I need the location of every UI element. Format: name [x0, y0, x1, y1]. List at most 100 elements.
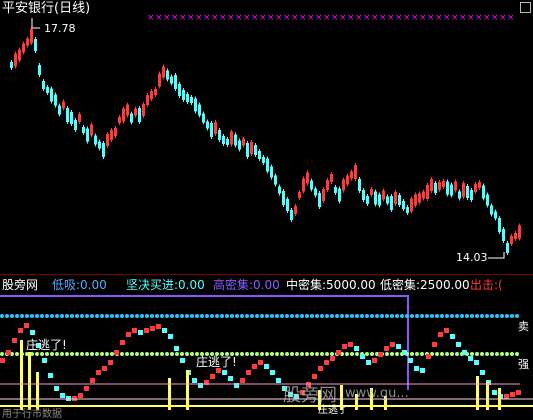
- indicator-item-attack: 出击:(: [470, 278, 503, 292]
- candle-body: [294, 206, 297, 214]
- candle-body: [106, 134, 109, 146]
- cyan-band-dot: [120, 314, 124, 318]
- oscillator-point: [270, 370, 275, 375]
- oscillator-point: [420, 368, 425, 373]
- oscillator-point: [516, 390, 521, 395]
- cyan-band-dot: [415, 314, 419, 318]
- cyan-band-dot: [395, 314, 399, 318]
- oscillator-point: [24, 323, 29, 328]
- candle-body: [186, 94, 189, 102]
- green-band-dot: [435, 352, 439, 356]
- candle-body: [98, 141, 101, 149]
- candle-body: [226, 139, 229, 145]
- oscillator-point: [342, 344, 347, 349]
- cyan-band-dot: [405, 314, 409, 318]
- candle-body: [82, 127, 85, 133]
- candle-body: [54, 94, 57, 106]
- cyan-band-dot: [110, 314, 114, 318]
- candle-body: [494, 211, 497, 219]
- cyan-band-dot: [20, 314, 24, 318]
- candle-body: [326, 180, 329, 190]
- cyan-band-dot: [85, 314, 89, 318]
- oscillator-point: [354, 346, 359, 351]
- candle-body: [286, 199, 289, 211]
- oscillator-point: [30, 330, 35, 335]
- cyan-band-dot: [55, 314, 59, 318]
- top-marker-icon: ×: [443, 13, 451, 23]
- cyan-band-dot: [270, 314, 274, 318]
- candle-body: [250, 142, 253, 154]
- cyan-band-dot: [50, 314, 54, 318]
- candle-body: [254, 145, 257, 155]
- window-control-icon[interactable]: [520, 2, 531, 13]
- candle-body: [302, 178, 305, 192]
- top-marker-icon: ×: [403, 13, 411, 23]
- oscillator-point: [180, 358, 185, 363]
- oscillator-point: [408, 358, 413, 363]
- indicator-name[interactable]: 股旁网: [2, 278, 38, 292]
- oscillator-point: [348, 342, 353, 347]
- cyan-band-dot: [95, 314, 99, 318]
- green-band-dot: [500, 352, 504, 356]
- cyan-band-dot: [185, 314, 189, 318]
- candle-body: [58, 105, 61, 115]
- candle-body: [290, 210, 293, 220]
- green-band-dot: [135, 352, 139, 356]
- signal-bar: [28, 352, 31, 410]
- green-band-dot: [260, 352, 264, 356]
- green-band-dot: [510, 352, 514, 356]
- oscillator-point: [492, 390, 497, 395]
- candle-body: [266, 158, 269, 172]
- cyan-band-dot: [230, 314, 234, 318]
- green-band-dot: [440, 352, 444, 356]
- candle-body: [342, 179, 345, 191]
- green-band-dot: [75, 352, 79, 356]
- cyan-band-dot: [135, 314, 139, 318]
- top-marker-icon: ×: [187, 13, 195, 23]
- cyan-band-dot: [345, 314, 349, 318]
- green-band-dot: [45, 352, 49, 356]
- cyan-band-dot: [505, 314, 509, 318]
- oscillator-point: [330, 356, 335, 361]
- candle-body: [94, 135, 97, 145]
- candle-body: [38, 65, 41, 75]
- oscillator-point: [102, 366, 107, 371]
- green-band-dot: [240, 352, 244, 356]
- candle-body: [74, 120, 77, 130]
- cyan-band-dot: [440, 314, 444, 318]
- cyan-band-dot: [465, 314, 469, 318]
- candle-body: [110, 130, 113, 140]
- stock-chart[interactable]: × × × × × × × × × × × × × × × × × × × × × × × × × × × × × × × × × × × × × × × ×…: [0, 0, 533, 419]
- oscillator-point: [372, 358, 377, 363]
- cyan-band-dot: [300, 314, 304, 318]
- oscillator-point: [384, 346, 389, 351]
- candle-body: [178, 84, 181, 96]
- top-marker-icon: ×: [283, 13, 291, 23]
- cyan-band-dot: [180, 314, 184, 318]
- cyan-band-dot: [370, 314, 374, 318]
- cyan-band-dot: [470, 314, 474, 318]
- side-label-sell: 卖: [518, 320, 529, 333]
- candle-body: [262, 157, 265, 163]
- cyan-band-dot: [125, 314, 129, 318]
- candle-body: [490, 205, 493, 215]
- max-price-arrow-icon: [31, 18, 40, 29]
- cyan-band-dot: [335, 314, 339, 318]
- green-band-dot: [290, 352, 294, 356]
- candle-body: [150, 91, 153, 99]
- signal-bar: [186, 370, 189, 410]
- cyan-band-dot: [225, 314, 229, 318]
- cyan-band-dot: [90, 314, 94, 318]
- green-band-dot: [450, 352, 454, 356]
- candle-body: [402, 201, 405, 209]
- oscillator-point: [396, 344, 401, 349]
- green-band-dot: [160, 352, 164, 356]
- oscillator-point: [48, 373, 53, 378]
- green-band-dot: [275, 352, 279, 356]
- cyan-band-dot: [0, 314, 4, 318]
- oscillator-point: [126, 332, 131, 337]
- green-band-dot: [165, 352, 169, 356]
- cyan-band-dot: [435, 314, 439, 318]
- candle-body: [66, 108, 69, 122]
- green-band-dot: [285, 352, 289, 356]
